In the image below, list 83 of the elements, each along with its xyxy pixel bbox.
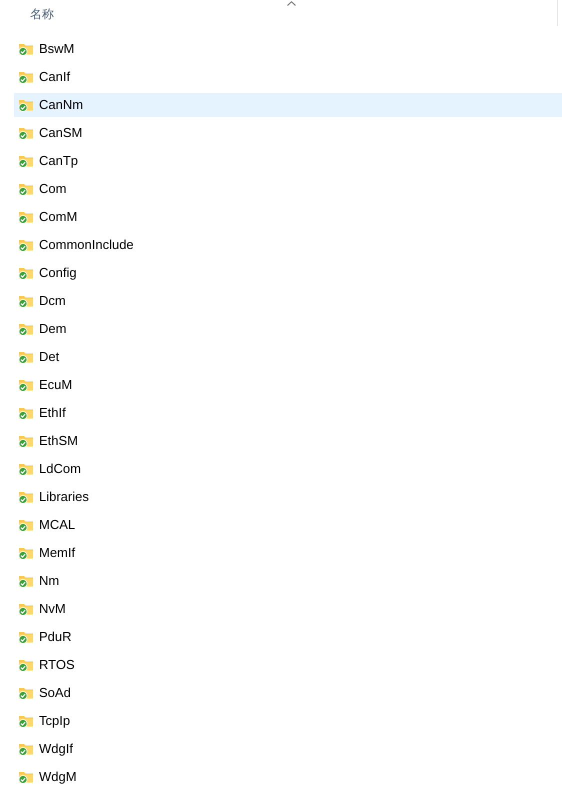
synced-folder-icon [18,406,34,420]
folder-row[interactable]: Config [14,261,562,285]
synced-folder-icon [18,350,34,364]
folder-row[interactable]: Nm [14,569,562,593]
folder-row[interactable]: CanIf [14,65,562,89]
synced-folder-icon [18,378,34,392]
folder-name: Dem [39,320,66,338]
folder-row[interactable]: RTOS [14,653,562,677]
folder-name: Nm [39,572,60,590]
name-column-header[interactable]: 名称 [30,5,54,23]
synced-folder-icon [18,686,34,700]
synced-folder-icon [18,238,34,252]
folder-name: CanSM [39,124,82,142]
folder-row[interactable]: WdgIf [14,737,562,761]
synced-folder-icon [18,434,34,448]
folder-name: WdgM [39,768,77,786]
folder-row[interactable]: EthSM [14,429,562,453]
folder-name: TcpIp [39,712,70,730]
folder-name: MCAL [39,516,76,534]
folder-name: EcuM [39,376,72,394]
synced-folder-icon [18,210,34,224]
folder-name: ComM [39,208,78,226]
synced-folder-icon [18,126,34,140]
synced-folder-icon [18,182,34,196]
folder-name: EthSM [39,432,78,450]
folder-name: BswM [39,40,74,58]
synced-folder-icon [18,70,34,84]
folder-name: LdCom [39,460,81,478]
synced-folder-icon [18,714,34,728]
synced-folder-icon [18,154,34,168]
folder-name: PduR [39,628,72,646]
synced-folder-icon [18,742,34,756]
synced-folder-icon [18,518,34,532]
folder-row[interactable]: CommonInclude [14,233,562,257]
synced-folder-icon [18,602,34,616]
folder-row[interactable]: CanNm [14,93,562,117]
synced-folder-icon [18,42,34,56]
folder-row[interactable]: LdCom [14,457,562,481]
folder-row[interactable]: WdgM [14,765,562,788]
synced-folder-icon [18,294,34,308]
synced-folder-icon [18,462,34,476]
folder-name: MemIf [39,544,76,562]
folder-name: Det [39,348,60,366]
synced-folder-icon [18,546,34,560]
synced-folder-icon [18,490,34,504]
synced-folder-icon [18,322,34,336]
folder-row[interactable]: Det [14,345,562,369]
folder-row[interactable]: Com [14,177,562,201]
folder-row[interactable]: Dcm [14,289,562,313]
synced-folder-icon [18,98,34,112]
folder-row[interactable]: EcuM [14,373,562,397]
synced-folder-icon [18,574,34,588]
folder-name: Dcm [39,292,66,310]
folder-name: RTOS [39,656,75,674]
folder-name: SoAd [39,684,71,702]
synced-folder-icon [18,630,34,644]
folder-row[interactable]: NvM [14,597,562,621]
folder-name: CanTp [39,152,78,170]
folder-name: Config [39,264,77,282]
folder-name: WdgIf [39,740,73,758]
folder-name: Libraries [39,488,89,506]
folder-row[interactable]: BswM [14,37,562,61]
folder-row[interactable]: PduR [14,625,562,649]
folder-row[interactable]: CanSM [14,121,562,145]
folder-row[interactable]: EthIf [14,401,562,425]
folder-name: Com [39,180,66,198]
sort-ascending-icon [287,1,296,6]
folder-row[interactable]: TcpIp [14,709,562,733]
folder-row[interactable]: Dem [14,317,562,341]
synced-folder-icon [18,266,34,280]
folder-row[interactable]: SoAd [14,681,562,705]
folder-name: CanNm [39,96,84,114]
folder-name: CanIf [39,68,70,86]
synced-folder-icon [18,658,34,672]
folder-row[interactable]: ComM [14,205,562,229]
folder-name: EthIf [39,404,66,422]
folder-row[interactable]: MemIf [14,541,562,565]
folder-row[interactable]: Libraries [14,485,562,509]
folder-name: CommonInclude [39,236,134,254]
folder-row[interactable]: CanTp [14,149,562,173]
folder-row[interactable]: MCAL [14,513,562,537]
folder-name: NvM [39,600,66,618]
synced-folder-icon [18,770,34,784]
